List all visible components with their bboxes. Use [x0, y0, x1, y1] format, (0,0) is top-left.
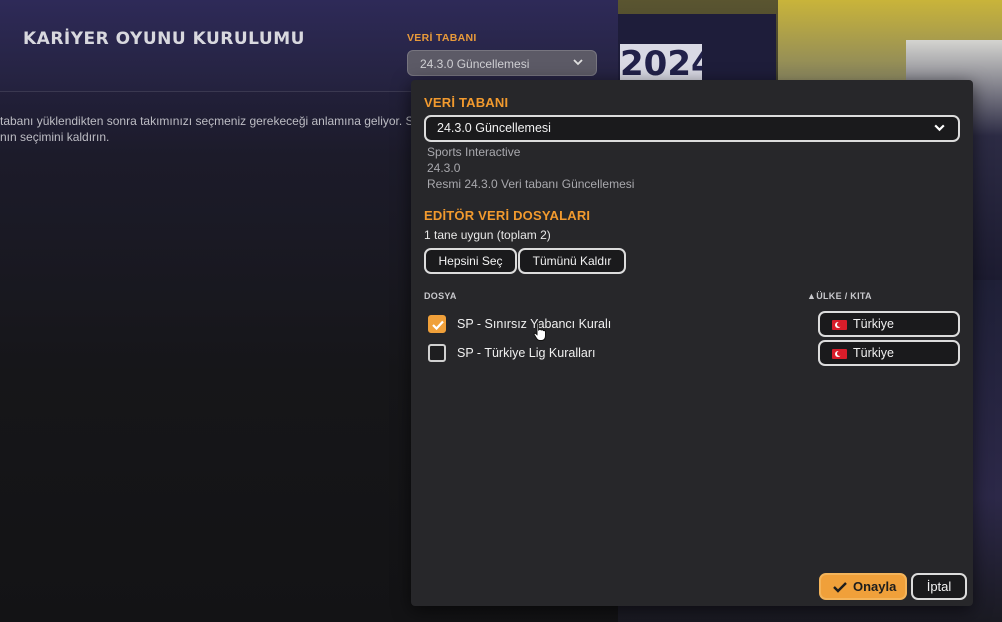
country-dropdown[interactable]: Türkiye [818, 340, 960, 366]
file-checkbox[interactable] [428, 344, 446, 362]
banner-year: 2024 [620, 44, 702, 84]
database-modal: VERİ TABANI 24.3.0 Güncellemesi Sports I… [411, 80, 973, 606]
cancel-button[interactable]: İptal [911, 573, 967, 600]
chevron-down-icon [572, 56, 584, 71]
editor-section-title: EDİTÖR VERİ DOSYALARI [424, 208, 591, 223]
info-line-1: tabanı yüklendikten sonra takımınızı seç… [0, 114, 414, 128]
select-all-button[interactable]: Hepsini Seç [424, 248, 517, 274]
database-select[interactable]: 24.3.0 Güncellemesi [424, 115, 960, 142]
file-row[interactable]: SP - Sınırsız Yabancı Kuralı Türkiye [428, 311, 963, 337]
turkey-flag-icon [832, 320, 847, 330]
file-checkbox[interactable] [428, 315, 446, 333]
available-count: 1 tane uygun (toplam 2) [424, 228, 551, 242]
database-dropdown[interactable]: 24.3.0 Güncellemesi [407, 50, 597, 76]
country-name: Türkiye [853, 317, 894, 331]
database-publisher: Sports Interactive [427, 145, 521, 159]
turkey-flag-icon [832, 349, 847, 359]
column-header-country[interactable]: ▲ÜLKE / KITA [807, 291, 872, 301]
chevron-down-icon [933, 121, 946, 137]
database-label: VERİ TABANI [407, 32, 477, 44]
country-name: Türkiye [853, 346, 894, 360]
database-section-title: VERİ TABANI [424, 95, 509, 110]
file-name: SP - Türkiye Lig Kuralları [457, 346, 596, 360]
info-line-2: nın seçimini kaldırın. [0, 130, 110, 144]
database-version: 24.3.0 [427, 161, 461, 175]
database-select-value: 24.3.0 Güncellemesi [437, 121, 551, 135]
page-title: KARİYER OYUNU KURULUMU [23, 29, 305, 49]
confirm-button[interactable]: Onayla [819, 573, 907, 600]
info-text: tabanı yüklendikten sonra takımınızı seç… [0, 113, 420, 145]
database-dropdown-value: 24.3.0 Güncellemesi [420, 57, 530, 71]
hand-cursor-icon [533, 322, 547, 347]
deselect-all-button[interactable]: Tümünü Kaldır [518, 248, 626, 274]
check-icon [432, 320, 444, 331]
file-row[interactable]: SP - Türkiye Lig Kuralları Türkiye [428, 340, 963, 366]
database-description: Resmi 24.3.0 Veri tabanı Güncellemesi [427, 177, 635, 191]
column-header-file[interactable]: DOSYA [424, 291, 457, 301]
country-dropdown[interactable]: Türkiye [818, 311, 960, 337]
check-icon [833, 582, 847, 593]
confirm-button-label: Onayla [853, 579, 897, 594]
